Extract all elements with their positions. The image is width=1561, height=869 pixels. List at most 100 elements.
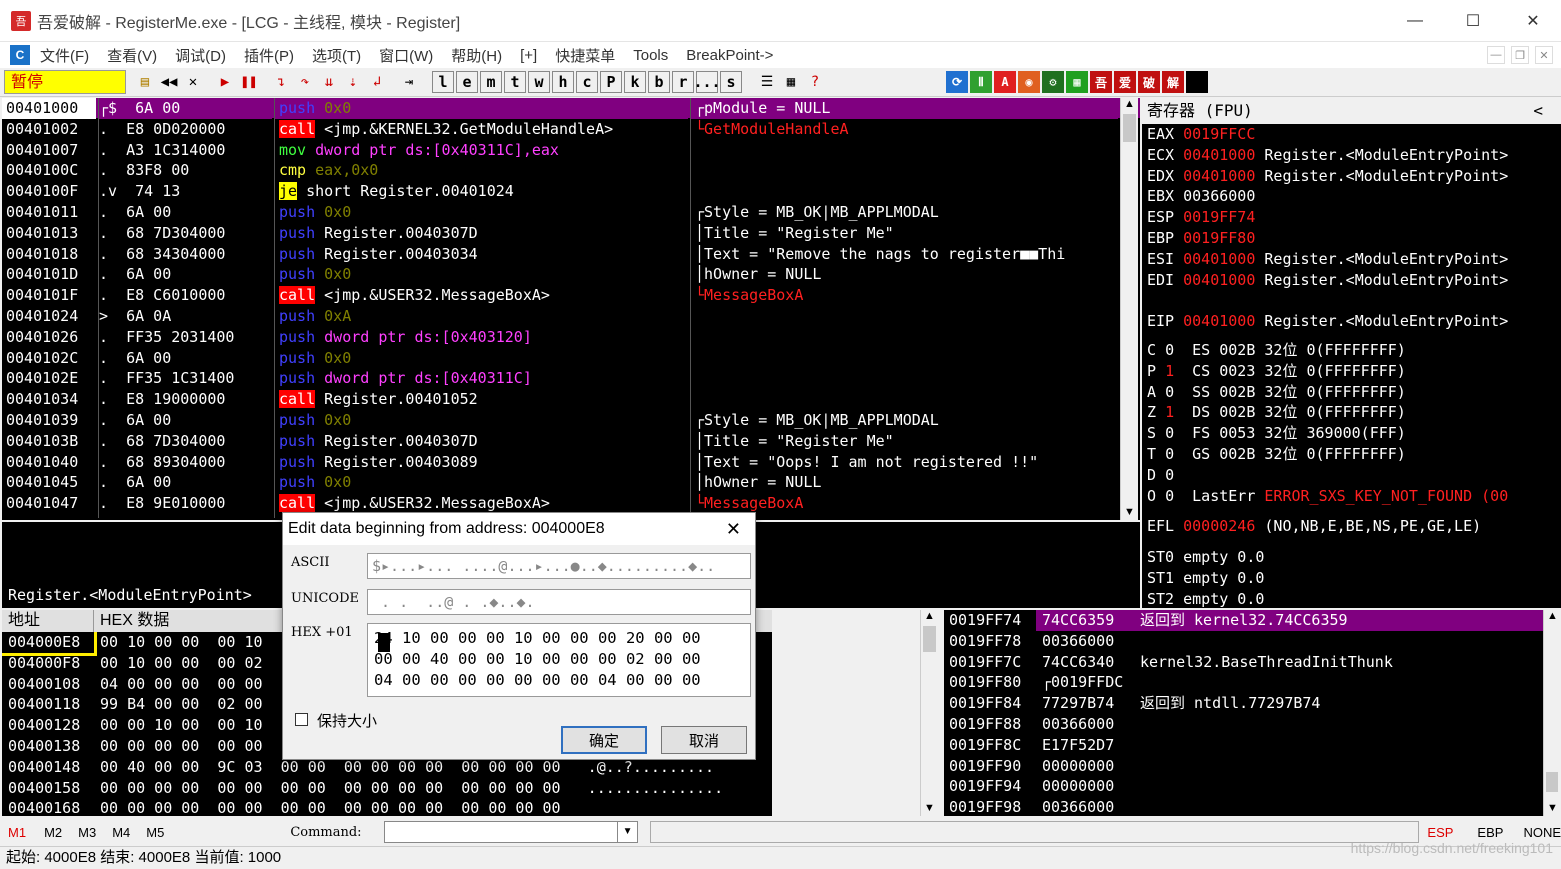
menu-breakpoint[interactable]: BreakPoint-> (686, 47, 773, 64)
flag-value[interactable]: 1 (1165, 362, 1174, 380)
register-row[interactable]: ECX 00401000 Register.<ModuleEntryPoint> (1142, 145, 1561, 166)
hex-column[interactable]: ┌$ 6A 00 . E8 0D020000. A3 1C314000. 83F… (98, 98, 272, 518)
plugin-ai-icon[interactable]: 爱 (1114, 71, 1136, 93)
memory-window-button[interactable]: m (480, 71, 502, 93)
m4-button[interactable]: M4 (112, 825, 130, 840)
plugin-wu-icon[interactable]: 吾 (1090, 71, 1112, 93)
list-icon[interactable]: ☰ (756, 71, 778, 93)
stack-row[interactable]: 0019FF78 00366000 (944, 631, 1561, 652)
stack-row-address[interactable]: 0019FF94 (944, 776, 1036, 797)
menu-plus[interactable]: [+] (520, 47, 537, 64)
disasm-row-address[interactable]: 0040101D (2, 264, 96, 285)
step-into-icon[interactable]: ↴ (270, 71, 292, 93)
disasm-row-address[interactable]: 00401026 (2, 327, 96, 348)
disasm-row-instruction[interactable]: push 0x0 (275, 348, 688, 369)
stack-row-address[interactable]: 0019FF88 (944, 714, 1036, 735)
register-row[interactable]: EIP 00401000 Register.<ModuleEntryPoint> (1142, 311, 1561, 332)
execute-till-return-icon[interactable]: ↲ (366, 71, 388, 93)
options-icon[interactable]: ▦ (780, 71, 802, 93)
stack-row-address[interactable]: 0019FF74 (944, 610, 1036, 631)
cancel-button[interactable]: 取消 (661, 726, 747, 754)
register-row[interactable]: ESI 00401000 Register.<ModuleEntryPoint> (1142, 249, 1561, 270)
dump-row-address[interactable]: 00400148 (2, 757, 94, 778)
flag-row[interactable]: C 0 ES 002B 32位 0(FFFFFFFF) (1142, 340, 1561, 361)
register-row[interactable]: EBP 0019FF80 (1142, 228, 1561, 249)
flag-value[interactable]: 0 (1165, 466, 1174, 484)
disasm-row-address[interactable]: 00401039 (2, 410, 96, 431)
disasm-row-instruction[interactable]: push dword ptr ds:[0x403120] (275, 327, 688, 348)
mdi-minimize-button[interactable]: — (1487, 46, 1505, 64)
stack-row-address[interactable]: 0019FF98 (944, 797, 1036, 816)
mdi-close-button[interactable]: ✕ (1535, 46, 1553, 64)
flag-value[interactable]: 1 (1165, 403, 1174, 421)
flag-value[interactable]: 0 (1165, 424, 1174, 442)
disasm-row-instruction[interactable]: je short Register.00401024 (275, 181, 688, 202)
flag-row[interactable]: T 0 GS 002B 32位 0(FFFFFFFF) (1142, 444, 1561, 465)
flag-row[interactable]: A 0 SS 002B 32位 0(FFFFFFFF) (1142, 382, 1561, 403)
register-value[interactable]: 00401000 (1183, 146, 1255, 164)
run-icon[interactable]: ▶ (214, 71, 236, 93)
registers-header[interactable]: 寄存器 (FPU) < (1142, 98, 1561, 124)
menu-plugins[interactable]: 插件(P) (244, 45, 294, 66)
menu-tools[interactable]: Tools (633, 47, 668, 64)
menu-view[interactable]: 查看(V) (107, 45, 157, 66)
stack-row-address[interactable]: 0019FF80 (944, 672, 1036, 693)
m1-button[interactable]: M1 (8, 825, 26, 840)
dump-row-address[interactable]: 004000E8 (2, 632, 97, 656)
plugin-black-icon[interactable] (1186, 71, 1208, 93)
fpu-row[interactable]: ST2 empty 0.0 (1142, 589, 1561, 608)
stack-row-address[interactable]: 0019FF78 (944, 631, 1036, 652)
disasm-row-address[interactable]: 0040100F (2, 181, 96, 202)
dump-row[interactable]: 00400168 00 00 00 00 00 00 00 00 00 00 00… (2, 798, 772, 816)
flag-value[interactable]: 0 (1165, 487, 1174, 505)
disasm-row-instruction[interactable]: call <jmp.&USER32.MessageBoxA> (275, 493, 688, 514)
flag-row[interactable]: O 0 LastErr ERROR_SXS_KEY_NOT_FOUND (00 (1142, 486, 1561, 507)
open-icon[interactable]: ▤ (134, 71, 156, 93)
run-trace-window-button[interactable]: ... (693, 71, 721, 93)
flag-row[interactable]: Z 1 DS 002B 32位 0(FFFFFFFF) (1142, 402, 1561, 423)
ebp-button[interactable]: EBP (1477, 825, 1503, 840)
minimize-button[interactable]: — (1385, 0, 1445, 42)
disasm-row-instruction[interactable]: push Register.0040307D (275, 431, 688, 452)
plugin-jie-icon[interactable]: 解 (1162, 71, 1184, 93)
disasm-row-address[interactable]: 00401034 (2, 389, 96, 410)
disasm-row-address[interactable]: 0040103B (2, 431, 96, 452)
current-address[interactable]: 00401000 (2, 98, 96, 119)
dump-row[interactable]: 00400158 00 00 00 00 00 00 00 00 00 00 00… (2, 778, 772, 799)
disasm-row-instruction[interactable]: mov dword ptr ds:[0x40311C],eax (275, 140, 688, 161)
disasm-row-address[interactable]: 0040100C (2, 160, 96, 181)
menu-shortcuts[interactable]: 快捷菜单 (555, 45, 615, 66)
address-column[interactable]: 00401000 00401002 00401007 0040100C 0040100… (2, 98, 96, 518)
rewind-icon[interactable]: ◀◀ (158, 71, 180, 93)
disasm-column[interactable]: push 0x0 call <jmp.&KERNEL32.GetModuleHa… (274, 98, 688, 518)
help-icon[interactable]: ? (804, 71, 826, 93)
close-button[interactable]: ✕ (1503, 0, 1561, 42)
flag-value[interactable]: 0 (1165, 341, 1174, 359)
dump-row-address[interactable]: 00400108 (2, 674, 94, 695)
register-row[interactable]: EDI 00401000 Register.<ModuleEntryPoint> (1142, 270, 1561, 291)
register-row[interactable]: EDX 00401000 Register.<ModuleEntryPoint> (1142, 166, 1561, 187)
disasm-row-instruction[interactable]: call <jmp.&USER32.MessageBoxA> (275, 285, 688, 306)
unicode-field[interactable]: . . ..@ . .◆..◆. (367, 589, 751, 615)
register-row[interactable]: EBX 00366000 (1142, 186, 1561, 207)
register-value[interactable]: 00401000 (1183, 271, 1255, 289)
efl-row[interactable]: EFL 00000246 (NO,NB,E,BE,NS,PE,GE,LE) (1142, 516, 1561, 537)
disasm-row-address[interactable]: 0040102E (2, 368, 96, 389)
disasm-row-address[interactable]: 00401013 (2, 223, 96, 244)
breakpoints-window-button[interactable]: b (648, 71, 670, 93)
menu-help[interactable]: 帮助(H) (451, 45, 502, 66)
none-button[interactable]: NONE (1523, 825, 1561, 840)
disasm-row-address[interactable]: 00401040 (2, 452, 96, 473)
disasm-row-instruction[interactable]: push 0x0 (275, 410, 688, 431)
register-value[interactable]: 00366000 (1183, 187, 1255, 205)
plugin-po-icon[interactable]: 破 (1138, 71, 1160, 93)
stack-row[interactable]: 0019FF88 00366000 (944, 714, 1561, 735)
collapse-icon[interactable]: < (1533, 98, 1543, 124)
register-value[interactable]: 00401000 (1183, 250, 1255, 268)
stack-scrollbar[interactable]: ▲ ▼ (1543, 610, 1561, 816)
keep-size-checkbox[interactable] (295, 713, 308, 726)
register-value[interactable]: 0019FF80 (1183, 229, 1255, 247)
flag-value[interactable]: 0 (1165, 445, 1174, 463)
stack-row[interactable]: 0019FF74 74CC6359 返回到 kernel32.74CC6359 (944, 610, 1561, 631)
handles-window-button[interactable]: h (552, 71, 574, 93)
